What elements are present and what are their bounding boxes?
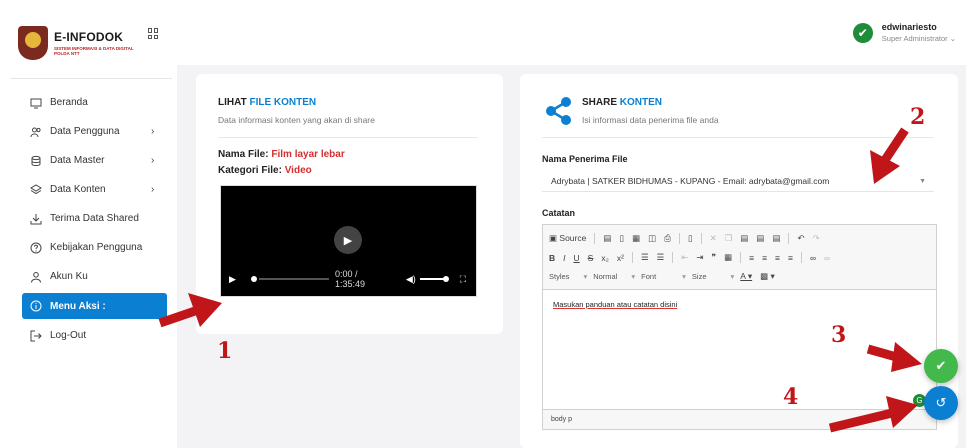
annotation-arrow-1-shaft [158, 305, 200, 328]
annotation-arrow-2-shaft [881, 127, 909, 163]
annotation-arrow-4-shaft [828, 407, 898, 433]
annotation-arrow-4-head [886, 396, 918, 428]
annotation-number-4: 4 [783, 384, 799, 410]
annotation-arrow-3-head [891, 342, 922, 372]
annotation-arrows [158, 127, 922, 433]
annotation-number-3: 3 [831, 322, 847, 348]
annotation-number-1: 1 [217, 338, 233, 364]
annotation-number-2: 2 [910, 104, 926, 130]
